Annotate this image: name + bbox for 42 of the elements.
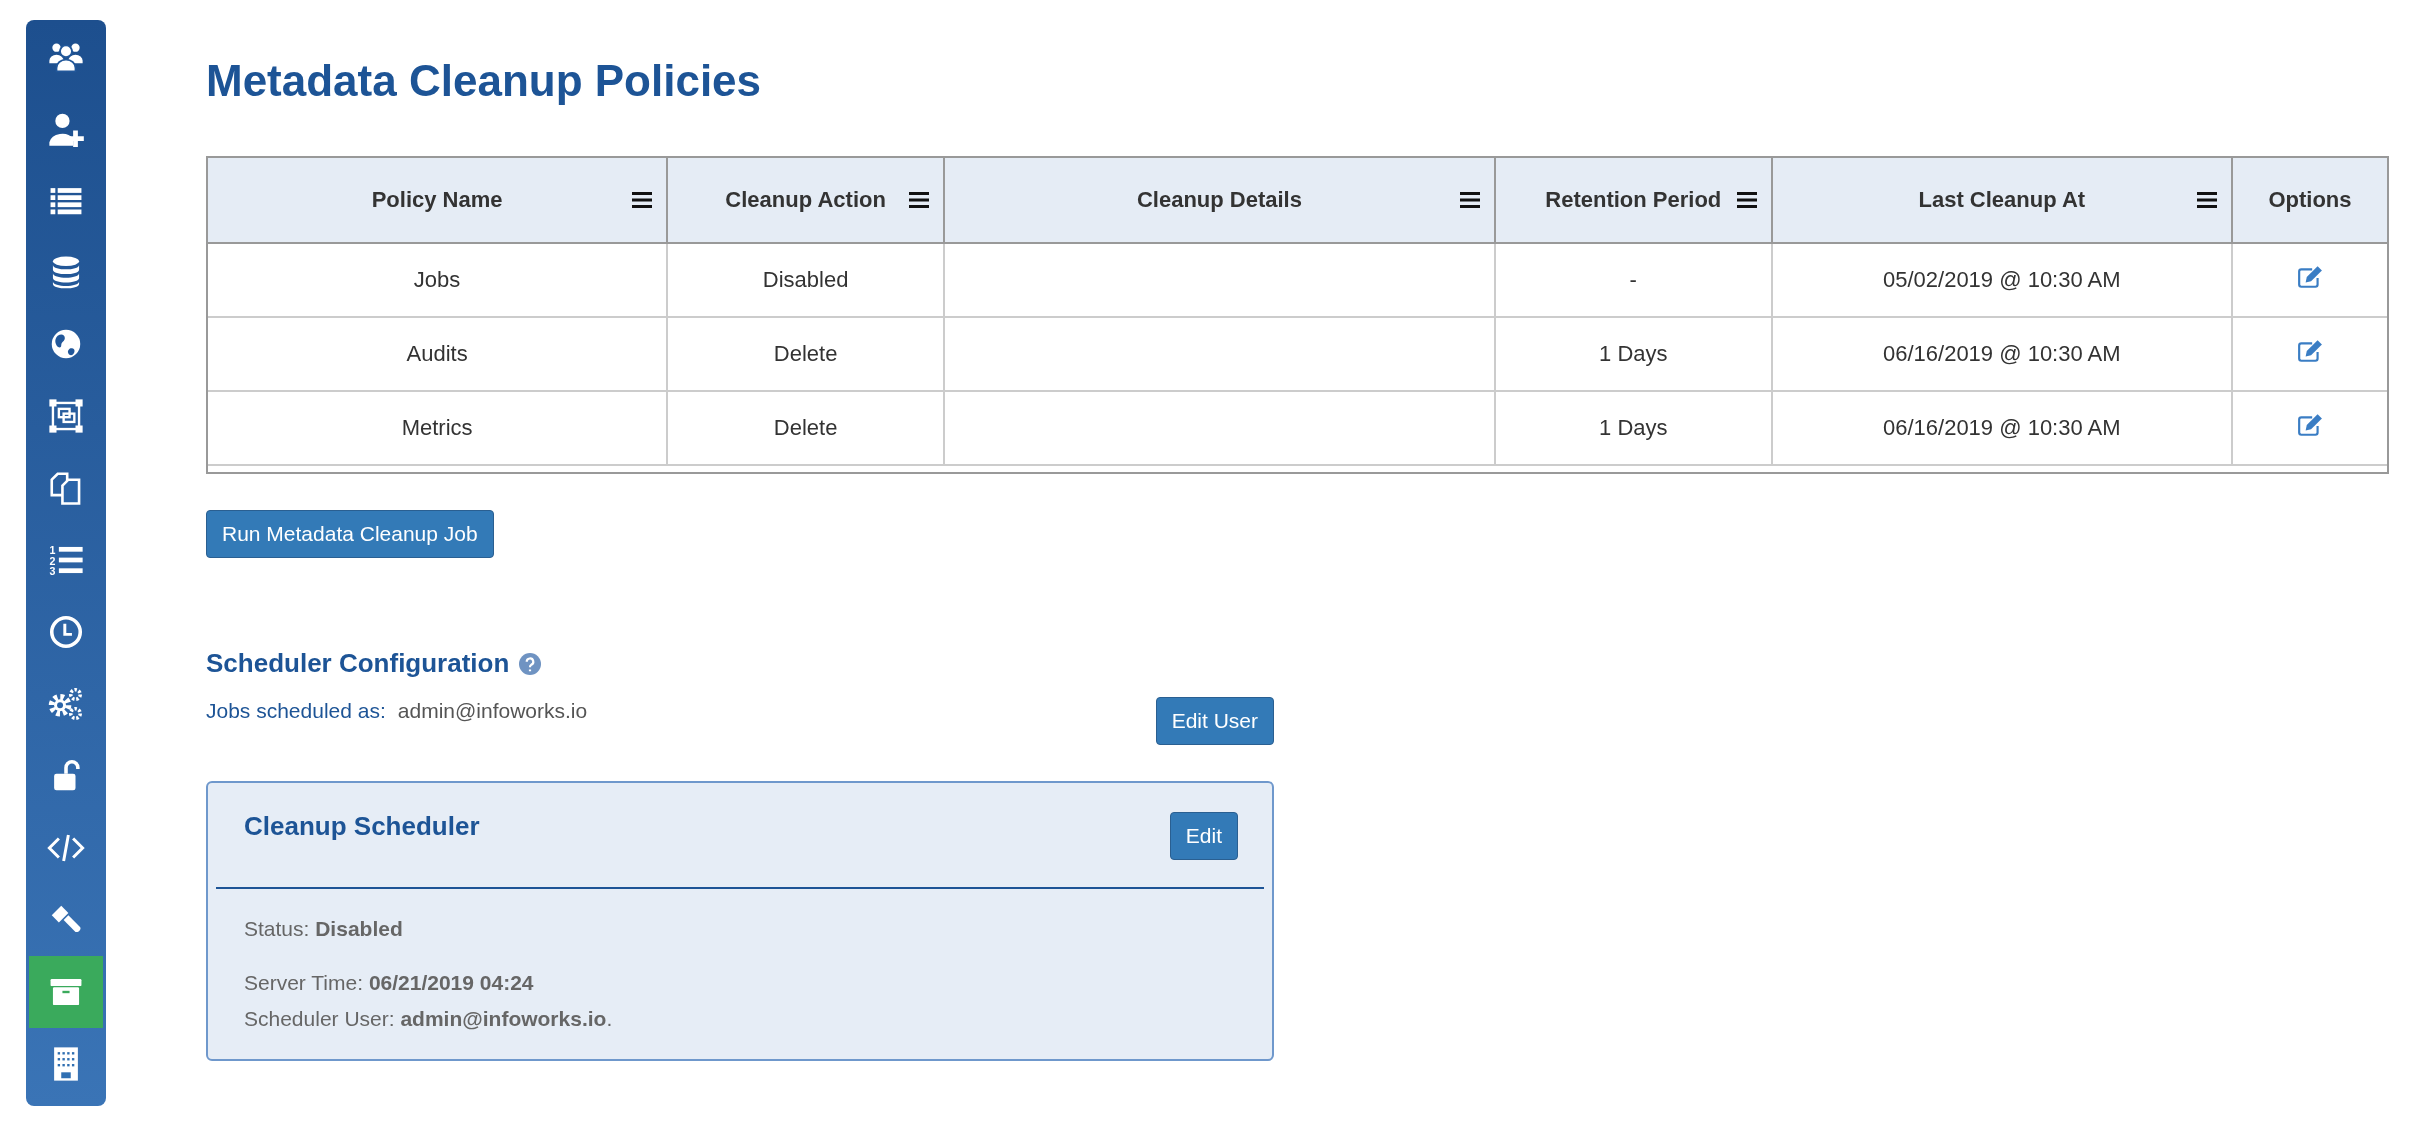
- menu-icon[interactable]: [2196, 191, 2217, 209]
- group-select-icon: [47, 397, 85, 435]
- value: admin@infoworks.io: [397, 699, 588, 723]
- server-time-text: Server Time: 06/21/2019 04:24: [244, 970, 535, 996]
- sidebar-item[interactable]: 1 2 3: [29, 524, 103, 596]
- label: Jobs scheduled as:: [206, 699, 386, 723]
- status-text: Status: Disabled: [244, 916, 404, 942]
- table-cell: Audits: [208, 317, 668, 391]
- table-cell: -: [1494, 243, 1772, 317]
- page-title: Metadata Cleanup Policies: [206, 56, 763, 106]
- column-header: Cleanup Details: [944, 158, 1495, 243]
- edit-icon[interactable]: [2296, 413, 2323, 438]
- menu-icon[interactable]: [632, 191, 653, 209]
- gears-icon: [47, 685, 85, 723]
- edit-user-button[interactable]: Edit User: [1155, 697, 1274, 745]
- column-header: Policy Name: [208, 158, 668, 243]
- column-header: Cleanup Action: [667, 158, 945, 243]
- menu-icon[interactable]: [1459, 191, 1480, 209]
- column-header: Last Cleanup At: [1771, 158, 2232, 243]
- table-cell: Delete: [667, 391, 945, 465]
- table-cell: 06/16/2019 @ 10:30 AM: [1771, 391, 2232, 465]
- table-cell: Disabled: [667, 243, 945, 317]
- table-cell: Metrics: [208, 391, 668, 465]
- column-header: Options: [2231, 158, 2387, 243]
- run-cleanup-button[interactable]: Run Metadata Cleanup Job: [206, 510, 494, 558]
- edit-button[interactable]: Edit: [1169, 812, 1238, 860]
- table-cell: Delete: [667, 317, 945, 391]
- column-header: Retention Period: [1494, 158, 1772, 243]
- menu-icon[interactable]: [909, 191, 930, 209]
- section-heading: Scheduler Configuration: [206, 648, 510, 679]
- table-cell: Jobs: [208, 243, 668, 317]
- edit-icon[interactable]: [2296, 265, 2323, 290]
- table-cell: 05/02/2019 @ 10:30 AM: [1771, 243, 2232, 317]
- table-cell: 06/16/2019 @ 10:30 AM: [1771, 317, 2232, 391]
- edit-icon[interactable]: [2296, 339, 2323, 364]
- menu-icon[interactable]: [1736, 191, 1757, 209]
- card-title: Cleanup Scheduler: [244, 811, 480, 842]
- table-cell: 1 Days: [1494, 391, 1772, 465]
- clock-icon: [47, 613, 85, 651]
- table-cell: 1 Days: [1494, 317, 1772, 391]
- scheduler-user-text: Scheduler User: admin@infoworks.io.: [244, 1006, 614, 1032]
- help-icon[interactable]: [519, 652, 542, 675]
